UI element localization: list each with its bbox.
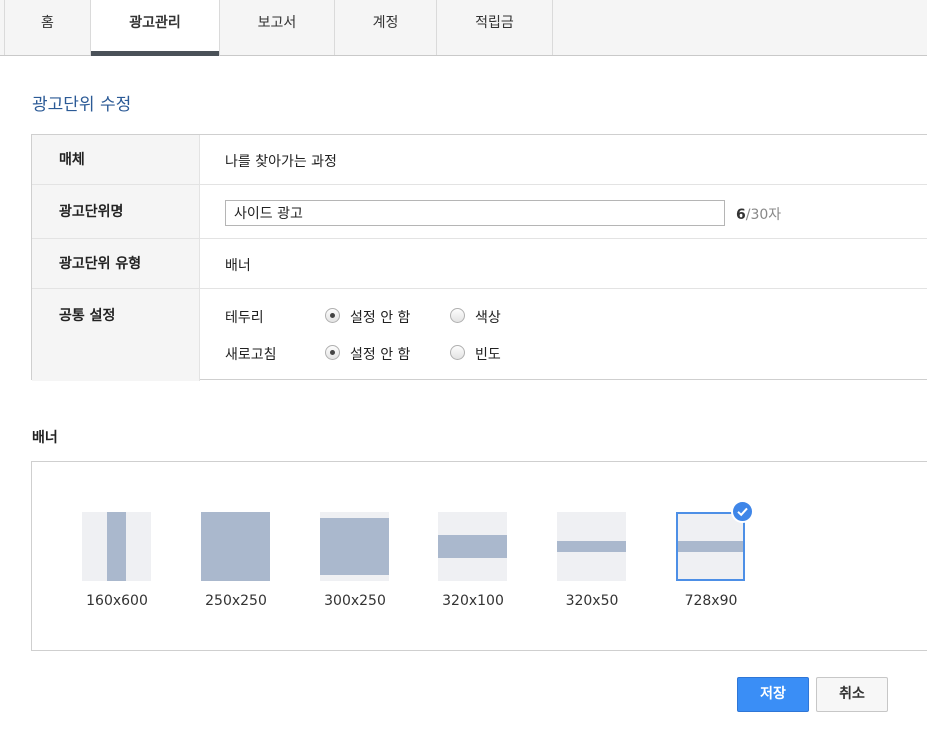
banner-preview-shape (557, 541, 626, 552)
border-none-radio[interactable] (325, 308, 340, 323)
banner-size-label: 320x50 (565, 593, 619, 609)
unit-name-row: 광고단위명 6/30자 (32, 185, 927, 239)
banner-size-250x250[interactable] (201, 512, 270, 581)
refresh-frequency-label: 빈도 (475, 347, 501, 363)
tab-label: 홈 (41, 15, 54, 31)
banner-size-728x90[interactable] (676, 512, 745, 581)
banner-size-label: 160x600 (86, 593, 148, 609)
tab-label: 계정 (372, 15, 399, 31)
ad-unit-form: 매체 나를 찾아가는 과정 광고단위명 6/30자 광고단위 유형 배너 공통 … (31, 134, 927, 381)
unit-type-value: 배너 (225, 258, 251, 274)
cancel-button[interactable]: 취소 (816, 677, 888, 712)
refresh-label: 새로고침 (225, 347, 277, 363)
media-row: 매체 나를 찾아가는 과정 (32, 135, 927, 185)
refresh-none-radio[interactable] (325, 345, 340, 360)
tab-label: 보고서 (257, 15, 297, 31)
tab-account[interactable]: 계정 (335, 0, 437, 55)
banner-size-picker: 160x600 250x250 300x250 320x100 320x50 7… (31, 461, 927, 651)
banner-size-label: 250x250 (205, 593, 267, 609)
common-settings-row: 공통 설정 테두리 설정 안 함 색상 새로고침 설정 안 함 빈도 (32, 289, 927, 381)
tab-ad-management[interactable]: 광고관리 (91, 0, 220, 56)
tab-home[interactable]: 홈 (4, 0, 91, 55)
banner-size-160x600[interactable] (82, 512, 151, 581)
banner-preview-shape (320, 518, 389, 575)
banner-preview-shape (678, 541, 743, 552)
refresh-frequency-radio[interactable] (450, 345, 465, 360)
media-value: 나를 찾아가는 과정 (225, 154, 337, 170)
banner-size-label: 728x90 (684, 593, 738, 609)
page-title: 광고단위 수정 (32, 95, 132, 115)
unit-type-label: 광고단위 유형 (32, 239, 200, 288)
banner-preview-shape (438, 535, 507, 558)
common-settings-label: 공통 설정 (32, 289, 200, 381)
char-max: /30자 (745, 207, 782, 223)
border-none-label: 설정 안 함 (350, 310, 411, 326)
unit-name-input[interactable] (225, 200, 725, 226)
unit-name-label: 광고단위명 (32, 185, 200, 238)
banner-size-320x100[interactable] (438, 512, 507, 581)
banner-size-320x50[interactable] (557, 512, 626, 581)
tab-label: 광고관리 (129, 15, 181, 31)
refresh-none-label: 설정 안 함 (350, 347, 411, 363)
selected-check-icon (731, 500, 754, 523)
border-color-label: 색상 (475, 310, 501, 326)
border-color-radio[interactable] (450, 308, 465, 323)
unit-type-row: 광고단위 유형 배너 (32, 239, 927, 289)
banner-preview-shape (107, 512, 126, 581)
banner-size-label: 320x100 (442, 593, 504, 609)
border-label: 테두리 (225, 310, 264, 326)
char-counter: 6/30자 (736, 204, 781, 224)
save-button[interactable]: 저장 (737, 677, 809, 712)
banner-preview-shape (201, 512, 270, 581)
banner-size-label: 300x250 (324, 593, 386, 609)
banner-size-300x250[interactable] (320, 512, 389, 581)
tab-points[interactable]: 적립금 (437, 0, 553, 55)
tab-label: 적립금 (475, 15, 514, 31)
char-count: 6 (736, 207, 746, 223)
media-label: 매체 (32, 135, 200, 184)
tab-reports[interactable]: 보고서 (220, 0, 335, 55)
top-tab-bar: 홈 광고관리 보고서 계정 적립금 (0, 0, 927, 56)
banner-section-title: 배너 (32, 430, 58, 446)
